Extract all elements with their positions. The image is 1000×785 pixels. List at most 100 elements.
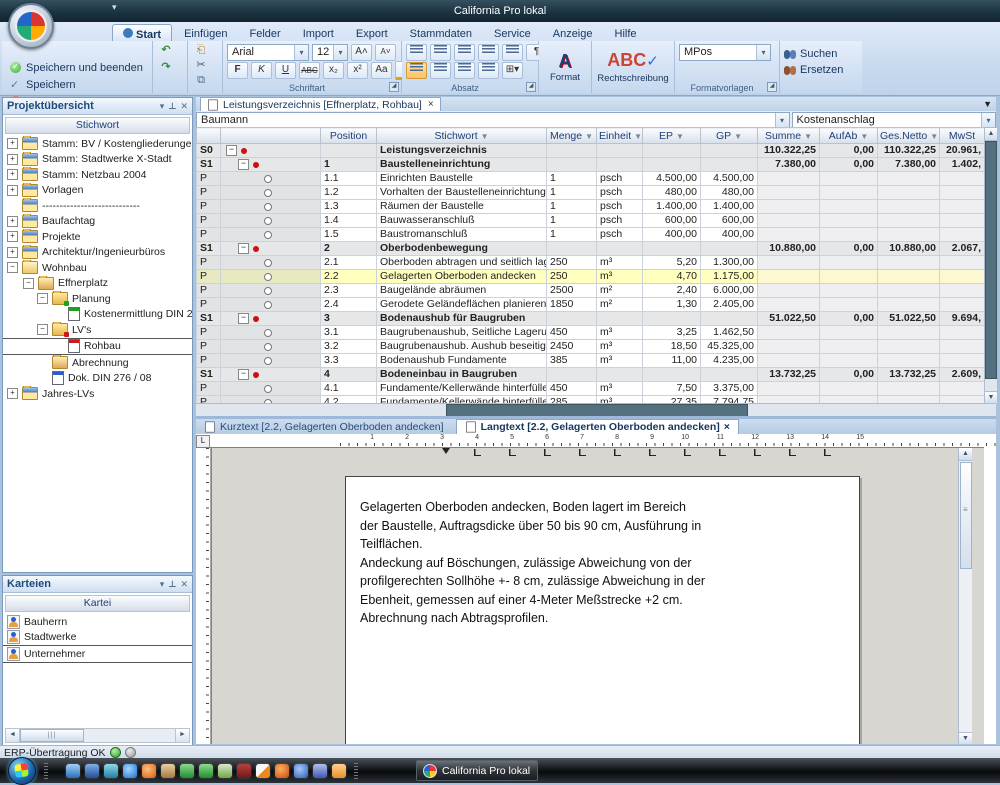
table-row[interactable]: S1 − 1 Baustelleneinrichtung 7.380,00 0,… [197,158,985,172]
table-row[interactable]: S0 − Leistungsverzeichnis 110.322,25 0,0… [197,144,985,158]
ribbon-tab[interactable]: Anzeige [543,24,603,42]
quick-launch-icon[interactable] [66,764,80,778]
paragraph-dialog-launcher[interactable]: ◢ [526,82,536,92]
tab-overflow-icon[interactable]: ▼ [983,97,992,111]
style-combo[interactable]: MPos▾ [679,44,771,61]
quick-launch-icon[interactable] [237,764,251,778]
row-tree-cell[interactable]: − [221,340,321,354]
editor-viewport[interactable]: Gelagerten Oberboden andecken, Boden lag… [211,448,972,744]
table-row[interactable]: P − 3.2 Baugrubenaushub. Aushub beseitig… [197,340,985,354]
row-tree-cell[interactable]: − [221,186,321,200]
table-row[interactable]: P − 1.3 Räumen der Baustelle 1 psch 1.40… [197,200,985,214]
italic-button[interactable]: K [251,62,272,79]
expander-icon[interactable] [37,293,48,304]
row-tree-cell[interactable]: − [221,270,321,284]
text-line[interactable]: Ebenheit, gemessen auf einer 4-Meter Meß… [360,591,820,610]
table-row[interactable]: P − 1.1 Einrichten Baustelle 1 psch 4.50… [197,172,985,186]
close-icon[interactable]: ✕ [180,579,188,590]
ribbon-tab[interactable]: Service [484,24,541,42]
grid-column-header[interactable]: Position▼ [321,128,377,144]
ribbon-tab[interactable]: Felder [240,24,291,42]
tree-item[interactable]: Wohnbau [3,260,192,276]
ribbon-tab[interactable]: Start [112,24,172,42]
table-row[interactable]: P − 4.2 Fundamente/Kellerwände hinterfül… [197,396,985,404]
font-family-combo[interactable]: Arial▾ [227,44,309,61]
collapse-icon[interactable]: − [238,159,249,170]
row-tree-cell[interactable]: − [221,312,321,326]
cost-phase-combo[interactable]: Kostenanschlag ▾ [792,112,996,128]
tree-item[interactable]: Vorlagen [3,183,192,199]
change-case-button[interactable]: Aa [371,62,392,79]
align-center-button[interactable] [430,62,451,79]
table-row[interactable]: P − 1.5 Baustromanschluß 1 psch 400,00 4… [197,228,985,242]
quick-access-arrow-icon[interactable]: ▾ [112,2,117,13]
row-tree-cell[interactable]: − [221,298,321,312]
tree-item[interactable]: Effnerplatz [3,276,192,292]
expander-icon[interactable] [7,231,18,242]
close-tab-icon[interactable]: × [724,421,730,433]
font-dialog-launcher[interactable]: ◢ [389,82,399,92]
row-tree-cell[interactable]: − [221,368,321,382]
row-tree-cell[interactable]: − [221,382,321,396]
start-button[interactable] [8,757,36,785]
grid-column-header[interactable]: ▼ [197,128,221,144]
row-tree-cell[interactable]: − [221,242,321,256]
table-row[interactable]: S1 − 3 Bodenaushub für Baugruben 51.022,… [197,312,985,326]
collapse-icon[interactable]: − [238,243,249,254]
copy-button[interactable]: ⧉ [192,74,210,88]
sort-dropdown-icon[interactable]: ▼ [634,132,642,141]
sort-dropdown-icon[interactable]: ▼ [860,132,868,141]
bold-button[interactable]: F [227,62,248,79]
table-row[interactable]: P − 2.2 Gelagerten Oberboden andecken 25… [197,270,985,284]
sort-dropdown-icon[interactable]: ▼ [585,132,593,141]
collapse-icon[interactable]: − [226,145,237,156]
save-button[interactable]: Speichern [6,76,148,93]
quick-launch-icon[interactable] [275,764,289,778]
bullet-list-button[interactable] [406,44,427,61]
quick-launch-icon[interactable] [256,764,270,778]
row-tree-cell[interactable]: − [221,200,321,214]
tree-item[interactable]: Architektur/Ingenieurbüros [3,245,192,261]
superscript-button[interactable]: x² [347,62,368,79]
expander-icon[interactable] [7,262,18,273]
row-tree-cell[interactable]: − [221,228,321,242]
sort-dropdown-icon[interactable]: ▼ [481,132,489,141]
table-row[interactable]: S1 − 2 Oberbodenbewegung 10.880,00 0,00 … [197,242,985,256]
quick-launch-icon[interactable] [123,764,137,778]
table-row[interactable]: P − 3.1 Baugrubenaushub, Seitliche Lager… [197,326,985,340]
scrollbar-thumb[interactable]: ||| [20,729,84,742]
row-tree-cell[interactable]: − [221,354,321,368]
expander-icon[interactable] [7,216,18,227]
strikethrough-button[interactable]: ABC [299,62,320,79]
sort-dropdown-icon[interactable]: ▼ [676,132,684,141]
ribbon-tab[interactable]: Einfügen [174,24,237,42]
row-tree-cell[interactable]: − [221,284,321,298]
subscript-button[interactable]: x₂ [323,62,344,79]
quick-launch-icon[interactable] [142,764,156,778]
quick-launch-icon[interactable] [332,764,346,778]
text-line[interactable]: Teilflächen. [360,535,820,554]
kartei-item[interactable]: Unternehmer [3,645,192,663]
close-tab-icon[interactable]: × [428,99,434,110]
scroll-down-icon[interactable]: ▼ [959,732,972,744]
kartei-item[interactable]: Stadtwerke [3,630,192,646]
row-tree-cell[interactable]: − [221,214,321,228]
tree-item[interactable]: Jahres-LVs [3,386,192,402]
quick-launch-icon[interactable] [218,764,232,778]
close-icon[interactable]: ✕ [180,101,188,112]
lv-document-tab[interactable]: Leistungsverzeichnis [Effnerplatz, Rohba… [200,97,441,111]
styles-dialog-launcher[interactable]: ◢ [767,82,777,92]
grid-column-header[interactable]: Einheit▼ [597,128,643,144]
tree-item[interactable]: Kostenermittlung DIN 276 [3,307,192,323]
tree-item[interactable]: Planung [3,291,192,307]
numbered-list-button[interactable] [430,44,451,61]
grid-hscrollbar[interactable] [196,403,996,417]
table-row[interactable]: P − 1.2 Vorhalten der Baustelleneinricht… [197,186,985,200]
table-row[interactable]: P − 2.3 Baugelände abräumen 2500 m² 2,40… [197,284,985,298]
horizontal-ruler[interactable]: 123456789101112131415 [340,434,996,447]
table-row[interactable]: P − 4.1 Fundamente/Kellerwände hinterfül… [197,382,985,396]
tree-item[interactable]: Dok. DIN 276 / 08 [3,371,192,387]
panel-menu-icon[interactable]: ▾ [160,101,165,112]
quick-launch-icon[interactable] [313,764,327,778]
grid-column-header[interactable]: Menge▼ [547,128,597,144]
